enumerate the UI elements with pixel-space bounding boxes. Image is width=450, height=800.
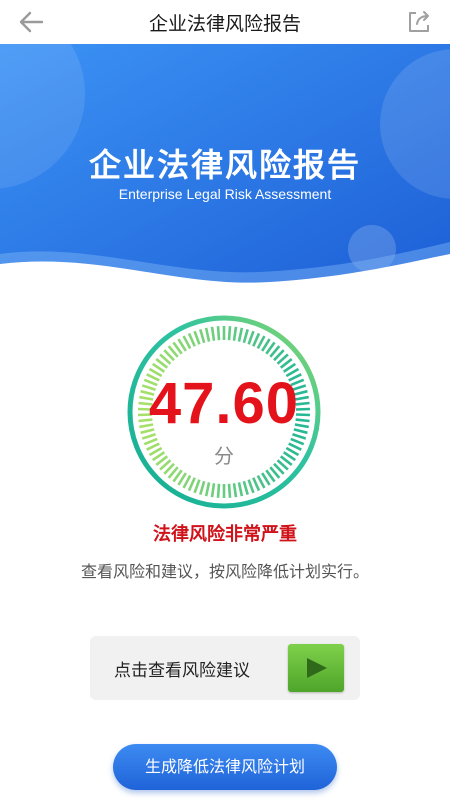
gauge-tick (237, 482, 244, 497)
gauge-tick (199, 328, 206, 344)
gauge-tick (199, 480, 206, 496)
view-advice-label: 点击查看风险建议 (114, 661, 250, 681)
gauge-tick (247, 479, 255, 494)
gauge-tick (242, 480, 249, 496)
view-advice-card[interactable]: 点击查看风险建议 (90, 636, 360, 700)
report-banner: 企业法律风险报告 Enterprise Legal Risk Assessmen… (0, 44, 450, 284)
gauge-tick (232, 483, 238, 498)
banner-title: 企业法律风险报告 (88, 146, 361, 184)
share-icon[interactable] (406, 9, 432, 35)
gauge-tick (187, 332, 196, 347)
gauge-tick (187, 477, 196, 492)
gauge-tick (252, 332, 261, 347)
gauge-tick (210, 483, 216, 498)
gauge-tick (193, 479, 201, 494)
banner-subtitle: Enterprise Legal Risk Assessment (118, 186, 332, 202)
gauge-tick (204, 327, 211, 342)
back-arrow-icon[interactable] (16, 8, 46, 36)
top-bar: 企业法律风险报告 (0, 0, 450, 44)
risk-level-text: 法律风险非常严重 (153, 524, 297, 545)
gauge-tick (210, 326, 216, 341)
gauge-tick (247, 330, 255, 345)
gauge-tick (242, 328, 249, 344)
risk-description: 查看风险和建议，按风险降低计划实行。 (80, 562, 369, 581)
risk-score-value: 47.60 (148, 371, 300, 436)
gauge-tick (252, 477, 261, 492)
play-icon (307, 658, 327, 678)
gauge-tick (237, 327, 244, 342)
gauge-tick (216, 326, 221, 341)
generate-plan-button[interactable]: 生成降低法律风险计划 (113, 744, 337, 790)
gauge-tick (232, 326, 238, 341)
play-button[interactable] (288, 644, 344, 692)
risk-score-unit: 分 (214, 444, 234, 468)
gauge-tick (227, 326, 232, 341)
gauge-tick (193, 330, 201, 345)
gauge-tick (216, 483, 221, 498)
page-title: 企业法律风险报告 (148, 12, 301, 35)
gauge-tick (204, 482, 211, 497)
gauge-tick (227, 483, 232, 498)
